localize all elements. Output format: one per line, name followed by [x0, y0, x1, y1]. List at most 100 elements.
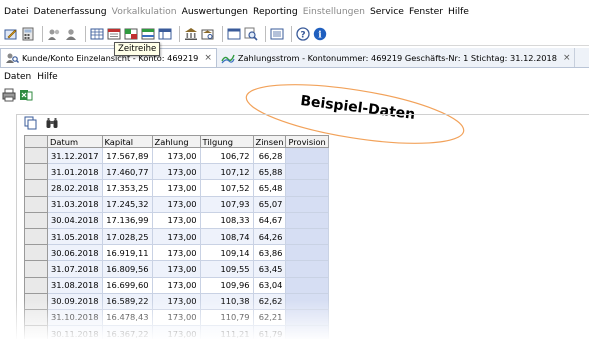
cell-zinsen[interactable]: 66,28: [252, 146, 287, 165]
cell-provision[interactable]: [285, 211, 329, 229]
row-header[interactable]: [24, 195, 48, 213]
cell-datum[interactable]: 31.12.2017: [47, 146, 103, 165]
bank-icon[interactable]: [184, 27, 198, 41]
cell-zahlung[interactable]: 173,00: [151, 227, 201, 246]
cell-tilgung[interactable]: 109,14: [199, 244, 254, 262]
column-header-zinsen[interactable]: Zinsen: [252, 135, 287, 148]
cell-datum[interactable]: 30.04.2018: [47, 211, 103, 229]
row-header[interactable]: [24, 146, 48, 165]
cell-zinsen[interactable]: 62,21: [252, 308, 287, 327]
table-row[interactable]: 31.12.2017 17.567,89 173,00 106,72 66,28: [24, 146, 329, 165]
column-header-zahlung[interactable]: Zahlung: [151, 135, 201, 148]
table-row[interactable]: 31.01.2018 17.460,77 173,00 107,12 65,88: [24, 163, 329, 181]
bank-search-icon[interactable]: [201, 27, 215, 41]
cell-zahlung[interactable]: 173,00: [151, 195, 201, 213]
cell-kapital[interactable]: 16.809,56: [101, 260, 153, 278]
cell-zinsen[interactable]: 62,62: [252, 292, 287, 310]
cell-datum[interactable]: 31.08.2018: [47, 276, 103, 294]
cell-provision[interactable]: [285, 325, 329, 339]
menu-reporting[interactable]: Reporting: [253, 6, 298, 17]
list-icon[interactable]: [270, 27, 284, 41]
column-header-datum[interactable]: Datum: [47, 135, 103, 148]
cell-tilgung[interactable]: 107,93: [199, 195, 254, 213]
menu-vorkalkulation[interactable]: Vorkalkulation: [112, 6, 177, 17]
cell-datum[interactable]: 30.11.2018: [47, 325, 103, 339]
cell-zahlung[interactable]: 173,00: [151, 325, 201, 339]
cell-zahlung[interactable]: 173,00: [151, 163, 201, 181]
cell-kapital[interactable]: 17.245,32: [101, 195, 153, 213]
cell-provision[interactable]: [285, 163, 329, 181]
cell-zinsen[interactable]: 65,48: [252, 179, 287, 197]
table-icon[interactable]: [158, 27, 172, 41]
cell-zahlung[interactable]: 173,00: [151, 308, 201, 327]
menu-hilfe-sub[interactable]: Hilfe: [37, 72, 57, 82]
help-icon[interactable]: ?: [296, 26, 310, 41]
cell-tilgung[interactable]: 108,33: [199, 211, 254, 229]
row-header-corner[interactable]: [24, 135, 48, 148]
row-header[interactable]: [24, 260, 48, 278]
cell-kapital[interactable]: 17.136,99: [101, 211, 153, 229]
menu-fenster[interactable]: Fenster: [409, 6, 443, 17]
cell-provision[interactable]: [285, 146, 329, 165]
column-header-tilgung[interactable]: Tilgung: [199, 135, 254, 148]
menu-service[interactable]: Service: [370, 6, 404, 17]
cell-provision[interactable]: [285, 227, 329, 246]
table-row[interactable]: 30.11.2018 16.367,22 173,00 111,21 61,79: [24, 325, 329, 339]
pencil-icon[interactable]: [4, 27, 18, 41]
calendar-icon[interactable]: [107, 27, 121, 41]
row-header[interactable]: [24, 163, 48, 181]
cell-provision[interactable]: [285, 244, 329, 262]
cell-kapital[interactable]: 17.460,77: [101, 163, 153, 181]
row-header[interactable]: [24, 227, 48, 246]
printer-icon[interactable]: [2, 88, 16, 102]
menu-hilfe[interactable]: Hilfe: [448, 6, 469, 17]
column-header-provision[interactable]: Provision: [285, 135, 329, 148]
row-header[interactable]: [24, 244, 48, 262]
cell-provision[interactable]: [285, 195, 329, 213]
cell-kapital[interactable]: 16.478,43: [101, 308, 153, 327]
cell-zinsen[interactable]: 64,67: [252, 211, 287, 229]
cell-datum[interactable]: 31.05.2018: [47, 227, 103, 246]
menu-datei[interactable]: Datei: [4, 6, 29, 17]
cell-provision[interactable]: [285, 308, 329, 327]
cell-tilgung[interactable]: 107,12: [199, 163, 254, 181]
cell-zinsen[interactable]: 63,45: [252, 260, 287, 278]
menu-datenerfassung[interactable]: Datenerfassung: [34, 6, 107, 17]
cell-kapital[interactable]: 16.367,22: [101, 325, 153, 339]
cell-kapital[interactable]: 17.028,25: [101, 227, 153, 246]
row-header[interactable]: [24, 308, 48, 327]
cell-tilgung[interactable]: 110,79: [199, 308, 254, 327]
table-row[interactable]: 28.02.2018 17.353,25 173,00 107,52 65,48: [24, 179, 329, 197]
table-color-icon[interactable]: [141, 27, 155, 41]
cell-kapital[interactable]: 16.919,11: [101, 244, 153, 262]
row-header[interactable]: [24, 211, 48, 229]
calculator-icon[interactable]: [21, 27, 35, 41]
table-row[interactable]: 31.03.2018 17.245,32 173,00 107,93 65,07: [24, 195, 329, 213]
cell-provision[interactable]: [285, 276, 329, 294]
copy-icon[interactable]: [24, 116, 38, 130]
binoculars-icon[interactable]: [45, 116, 59, 130]
column-header-kapital[interactable]: Kapital: [101, 135, 153, 148]
tab-kunde-konto[interactable]: Kunde/Konto Einzelansicht - Konto: 46921…: [0, 48, 217, 67]
row-header[interactable]: [24, 292, 48, 310]
cell-tilgung[interactable]: 107,52: [199, 179, 254, 197]
cell-kapital[interactable]: 16.699,60: [101, 276, 153, 294]
cell-kapital[interactable]: 16.589,22: [101, 292, 153, 310]
cell-tilgung[interactable]: 111,21: [199, 325, 254, 339]
cell-datum[interactable]: 31.07.2018: [47, 260, 103, 278]
cell-zinsen[interactable]: 65,07: [252, 195, 287, 213]
cell-provision[interactable]: [285, 260, 329, 278]
magnifier-icon[interactable]: [244, 27, 258, 41]
table-row[interactable]: 31.07.2018 16.809,56 173,00 109,55 63,45: [24, 260, 329, 278]
users-icon[interactable]: [47, 27, 61, 41]
table-row[interactable]: 31.08.2018 16.699,60 173,00 109,96 63,04: [24, 276, 329, 294]
cell-tilgung[interactable]: 110,38: [199, 292, 254, 310]
cell-zinsen[interactable]: 63,04: [252, 276, 287, 294]
cell-zahlung[interactable]: 173,00: [151, 276, 201, 294]
tab-zahlungsstrom[interactable]: Zahlungsstrom - Kontonummer: 469219 Gesc…: [217, 48, 576, 67]
cell-zinsen[interactable]: 63,86: [252, 244, 287, 262]
cell-datum[interactable]: 31.01.2018: [47, 163, 103, 181]
cell-zahlung[interactable]: 173,00: [151, 211, 201, 229]
table-row[interactable]: 30.04.2018 17.136,99 173,00 108,33 64,67: [24, 211, 329, 229]
cell-datum[interactable]: 28.02.2018: [47, 179, 103, 197]
